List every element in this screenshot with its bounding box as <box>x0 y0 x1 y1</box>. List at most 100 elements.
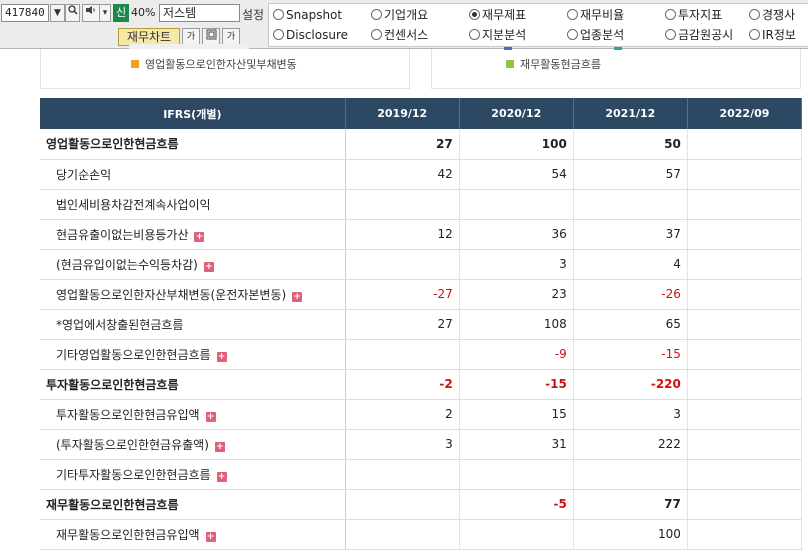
value-cell: 3 <box>573 399 688 430</box>
row-label: 재무활동으로인한현금흐름 <box>46 497 179 512</box>
value-cell <box>687 309 803 340</box>
value-cell: -26 <box>573 279 688 310</box>
value-cell <box>345 339 460 370</box>
row-label-cell: 법인세비용차감전계속사업이익 <box>40 189 346 220</box>
expand-plus-icon[interactable]: + <box>205 411 216 422</box>
row-label: 당기순손익 <box>56 167 112 182</box>
cashflow-table: IFRS(개별) 2019/12 2020/12 2021/12 2022/09… <box>40 98 803 550</box>
row-label-cell: 투자활동으로인한현금유입액 + <box>40 399 346 430</box>
expand-plus-icon[interactable]: + <box>214 441 225 452</box>
table-row: 기타영업활동으로인한현금흐름 + -9 -15 <box>40 339 803 370</box>
table-row: (현금유입이없는수익등차감) +3 4 <box>40 249 803 280</box>
value-cell: 27 <box>345 129 460 160</box>
value-cell <box>687 459 803 490</box>
stock-code-input[interactable]: 417840 <box>1 4 49 22</box>
row-label-cell: 당기순손익 <box>40 159 346 190</box>
radio-icon <box>371 9 382 20</box>
radio-icon <box>273 9 284 20</box>
row-label-cell: 영업활동으로인한자산부채변동(운전자본변동) + <box>40 279 346 310</box>
radio-icon <box>749 29 760 40</box>
tab-ir-info[interactable]: IR정보 <box>749 26 796 44</box>
speaker-icon[interactable] <box>82 4 100 22</box>
row-label: 투자활동으로인한현금흐름 <box>46 377 179 392</box>
tab-fss-disclosure[interactable]: 금감원공시 <box>665 26 733 44</box>
search-icon[interactable] <box>65 4 80 22</box>
expand-plus-icon[interactable]: + <box>203 261 214 272</box>
value-cell <box>687 519 803 550</box>
tab-competitors[interactable]: 경쟁사 <box>749 6 795 24</box>
value-cell <box>345 519 460 550</box>
tab-label: 금감원공시 <box>678 28 734 42</box>
tab-label: 경쟁사 <box>762 8 796 22</box>
legend-item-asset-liability-change: 영업활동으로인한자산및부채변동 <box>131 59 297 71</box>
column-header: IFRS(개별) <box>40 98 346 129</box>
tab-financial-statements[interactable]: 재무제표 <box>469 6 526 24</box>
mute-dropdown-icon[interactable]: ▾ <box>99 4 111 22</box>
value-cell <box>687 249 803 280</box>
value-cell: 222 <box>573 429 688 460</box>
expand-plus-icon[interactable]: + <box>216 351 227 362</box>
row-label-cell: 재무활동으로인한현금흐름 <box>40 489 346 520</box>
column-header: 2022/09 <box>687 98 803 129</box>
radio-icon <box>567 9 578 20</box>
table-row: 현금유출이없는비용등가산 +12 36 37 <box>40 219 803 250</box>
row-label-cell: (현금유입이없는수익등차감) + <box>40 249 346 280</box>
tab-snapshot[interactable]: Snapshot <box>273 6 342 24</box>
radio-selected-icon <box>469 9 480 20</box>
table-body: 영업활동으로인한현금흐름 27 100 50 당기순손익 42 54 57 법인세비용차감전계속… <box>40 129 803 550</box>
value-cell: 108 <box>459 309 574 340</box>
expand-plus-icon[interactable]: + <box>216 471 227 482</box>
legend-swatch <box>506 60 514 68</box>
value-cell: 50 <box>573 129 688 160</box>
value-cell: -2 <box>345 369 460 400</box>
value-cell <box>687 219 803 250</box>
tab-financial-ratios[interactable]: 재무비율 <box>567 6 624 24</box>
tab-label: 지분분석 <box>482 28 527 42</box>
value-cell <box>459 519 574 550</box>
value-cell <box>687 489 803 520</box>
expand-plus-icon[interactable]: + <box>205 531 216 542</box>
tab-disclosure[interactable]: Disclosure <box>273 26 348 44</box>
tab-label: 재무비율 <box>580 8 625 22</box>
table-row: (투자활동으로인한현금유출액) +3 31 222 <box>40 429 803 460</box>
toolbar: 417840 ▼ ▾ 신 40% 저스템 설정 재무차트 가 가 Snapsho… <box>0 0 808 49</box>
expand-plus-icon[interactable]: + <box>292 291 303 302</box>
value-cell: 23 <box>459 279 574 310</box>
radio-icon <box>665 9 676 20</box>
stock-name-field[interactable]: 저스템 <box>159 4 240 22</box>
tab-investment-indicators[interactable]: 투자지표 <box>665 6 722 24</box>
dropdown-arrow-icon[interactable]: ▼ <box>50 4 65 22</box>
value-cell <box>687 279 803 310</box>
tab-industry-analysis[interactable]: 업종분석 <box>567 26 624 44</box>
value-cell: 3 <box>459 249 574 280</box>
table-row: 당기순손익 42 54 57 <box>40 159 803 190</box>
radio-icon <box>749 9 760 20</box>
column-header: 2019/12 <box>345 98 460 129</box>
table-row: 법인세비용차감전계속사업이익 <box>40 189 803 220</box>
column-header: 2021/12 <box>573 98 688 129</box>
row-label: 현금유출이없는비용등가산 <box>56 227 189 242</box>
row-label: (투자활동으로인한현금유출액) <box>56 437 209 452</box>
tab-label: 기업개요 <box>384 8 429 22</box>
settings-link[interactable]: 설정 <box>242 6 264 23</box>
row-label: 법인세비용차감전계속사업이익 <box>56 197 211 212</box>
row-label: (현금유입이없는수익등차감) <box>56 257 198 272</box>
value-cell <box>345 189 460 220</box>
legend-swatch <box>131 60 139 68</box>
row-label: 기타투자활동으로인한현금흐름 <box>56 467 211 482</box>
tab-label: Disclosure <box>286 28 349 42</box>
new-listing-badge: 신 <box>113 4 129 22</box>
tab-company-overview[interactable]: 기업개요 <box>371 6 428 24</box>
row-label: 기타영업활동으로인한현금흐름 <box>56 347 211 362</box>
tab-ownership-analysis[interactable]: 지분분석 <box>469 26 526 44</box>
value-cell <box>345 249 460 280</box>
expand-plus-icon[interactable]: + <box>194 231 205 242</box>
radio-icon <box>665 29 676 40</box>
value-cell: 15 <box>459 399 574 430</box>
tab-consensus[interactable]: 컨센서스 <box>371 26 428 44</box>
row-label: 투자활동으로인한현금유입액 <box>56 407 200 422</box>
report-tab-group: Snapshot 기업개요 재무제표 재무비율 투자지표 경쟁사 Disclos… <box>268 3 808 47</box>
value-cell: 37 <box>573 219 688 250</box>
value-cell <box>459 459 574 490</box>
value-cell: 12 <box>345 219 460 250</box>
